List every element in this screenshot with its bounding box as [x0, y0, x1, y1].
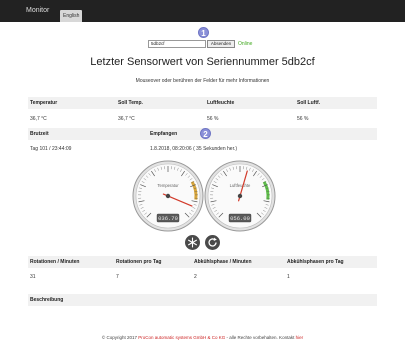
value-temperature[interactable]: 36,7 °C	[30, 116, 47, 122]
snowflake-icon[interactable]	[185, 235, 200, 250]
header-rotations-per-day: Rotationen pro Tag	[116, 259, 162, 265]
header-target-temp: Soll Temp.	[118, 100, 143, 106]
footer-company-link[interactable]: ProCon automatic systems GmbH & Co KG	[138, 335, 225, 340]
value-humidity[interactable]: 56 %	[207, 116, 218, 122]
value-rotations-per-day[interactable]: 7	[116, 274, 119, 280]
page-title: Letzter Sensorwert von Seriennummer 5db2…	[90, 56, 315, 68]
refresh-icon[interactable]	[205, 235, 220, 250]
value-target-temp[interactable]: 36,7 °C	[118, 116, 135, 122]
brand-link[interactable]: Monitor	[26, 7, 49, 14]
gauge-readout: 056.00	[230, 215, 250, 222]
step-badge-1: 1	[198, 27, 209, 38]
gauge-name: Temperatur	[157, 183, 179, 188]
footer: © Copyright 2017 ProCon automatic system…	[0, 335, 405, 340]
value-cooling-per-day[interactable]: 1	[287, 274, 290, 280]
page-subtitle: Mouseover oder berühren der Felder für m…	[135, 78, 270, 84]
step-badge-2: 2	[200, 128, 211, 139]
value-incubation-time[interactable]: Tag 101 / 23:44:09	[30, 146, 71, 152]
value-received[interactable]: 1.8.2018, 08:20:06 ( 35 Sekunden her.)	[150, 146, 237, 152]
gauge-readout: 036.70	[158, 215, 178, 222]
description-header: Beschreibung	[30, 297, 64, 303]
value-rotations-per-minute[interactable]: 31	[30, 274, 36, 280]
gauge-hub	[165, 193, 171, 199]
header-humidity: Luftfeuchte	[207, 100, 235, 106]
header-temperature: Temperatur	[30, 100, 58, 106]
serial-input[interactable]: 5db2cf	[148, 40, 206, 48]
header-target-humidity: Soll Luftf.	[297, 100, 321, 106]
header-cooling-minutes: Abkühlsphase / Minuten	[194, 259, 252, 265]
top-navbar: Monitor English	[0, 0, 405, 22]
header-rotations-per-minute: Rotationen / Minuten	[30, 259, 80, 265]
gauge-name: Luftfeuchte	[230, 183, 251, 188]
footer-rights: - alle Rechte vorbehalten. Kontakt	[225, 335, 296, 340]
value-cooling-minutes[interactable]: 2	[194, 274, 197, 280]
footer-copyright: © Copyright 2017	[101, 335, 137, 340]
temperature-gauge[interactable]: Temperatur 036.70	[132, 160, 204, 232]
header-incubation-time: Brutzeit	[30, 131, 49, 137]
gauge-hub	[237, 193, 243, 199]
readings-header-row	[28, 97, 377, 109]
connection-status: Online	[238, 41, 253, 47]
footer-contact-link[interactable]: hier	[296, 335, 304, 340]
humidity-gauge[interactable]: Luftfeuchte 056.00	[204, 160, 276, 232]
value-target-humidity[interactable]: 56 %	[297, 116, 308, 122]
header-received: Empfangen	[150, 131, 178, 137]
language-button[interactable]: English	[60, 10, 83, 22]
description-row	[28, 294, 377, 306]
gauges: Temperatur 036.70 Luftfeuchte 056.00	[132, 160, 276, 232]
header-cooling-per-day: Abkühlsphasen pro Tag	[287, 259, 344, 265]
send-button[interactable]: Absenden	[207, 40, 235, 48]
